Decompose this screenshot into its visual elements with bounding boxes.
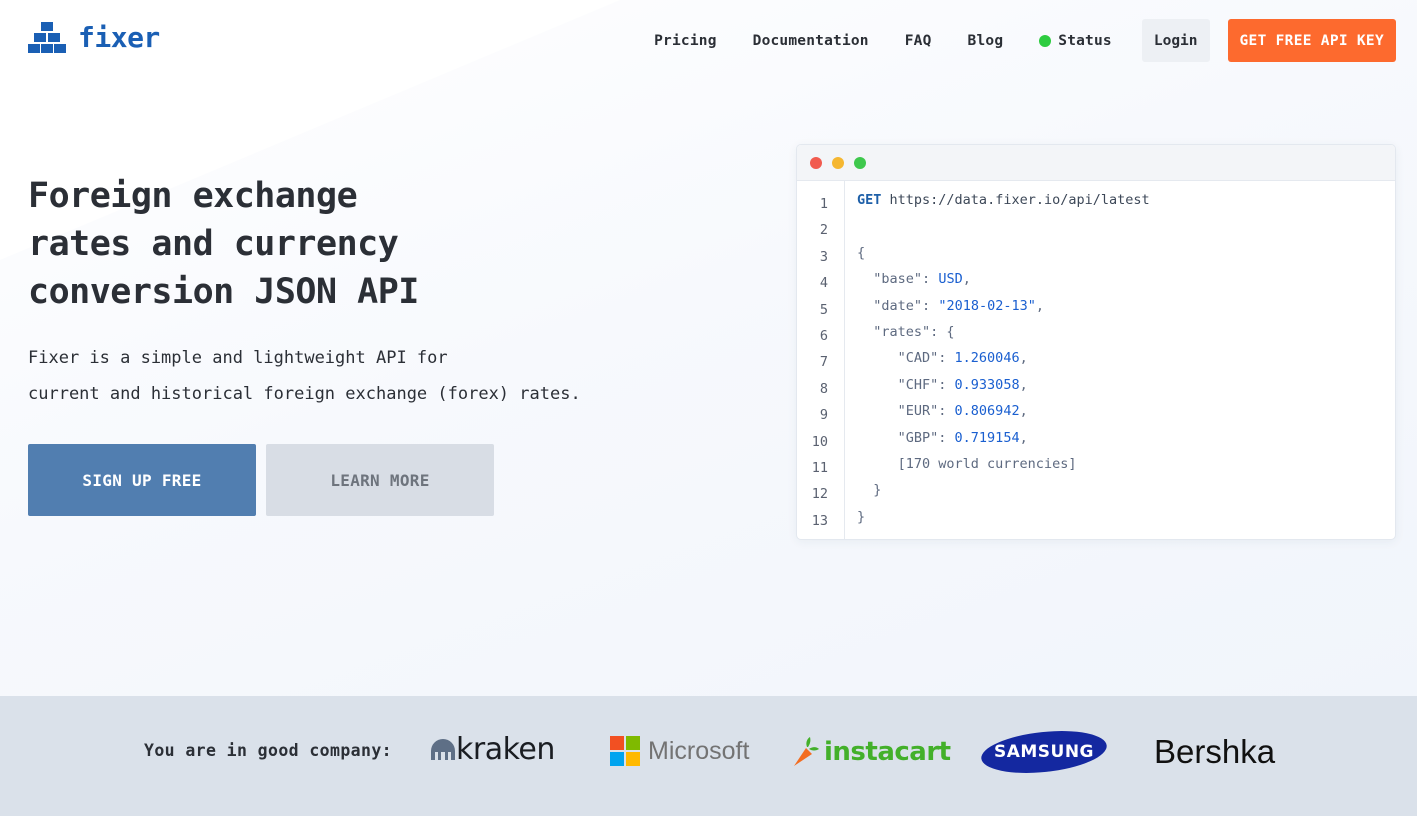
currency-rate: 0.933058 [954,376,1020,393]
hero-actions: SIGN UP FREE LEARN MORE [28,444,494,516]
code-sample-window: 1 2 3 4 5 6 7 8 9 10 11 12 13 GET https:… [796,144,1396,540]
currency-rate: 0.719154 [954,429,1020,446]
bershka-wordmark: Bershka [1154,733,1276,770]
samsung-logo: SAMSUNG [980,730,1108,774]
code-line-date: "date": "2018-02-13", [873,297,1044,314]
nav-link-faq[interactable]: FAQ [905,33,932,49]
currency-code: "EUR" [897,403,939,420]
page-title-line: conversion JSON API [28,272,419,312]
fixer-logo-icon [28,22,66,53]
window-close-dot-icon [810,156,822,169]
code-line-close-brace: } [857,508,866,525]
code-key: "rates" [873,323,931,340]
code-key: "base" [873,271,923,288]
hero-subtitle-line: Fixer is a simple and lightweight API fo… [28,348,448,368]
microsoft-logo: Microsoft [610,736,749,766]
code-value: USD [938,271,963,288]
page-title: Foreign exchange rates and currency conv… [28,172,588,316]
main-nav: Pricing Documentation FAQ Blog Status Lo… [654,19,1396,62]
line-number: 12 [811,486,828,503]
learn-more-button[interactable]: LEARN MORE [266,444,494,516]
line-number: 3 [819,248,828,265]
code-line-rate: "EUR": 0.806942, [897,403,1028,420]
kraken-wordmark: kraken [456,732,555,767]
nav-link-blog[interactable]: Blog [968,33,1004,49]
line-number: 11 [811,459,828,476]
partners-label: You are in good company: [144,741,393,760]
fixer-logo[interactable]: fixer [28,20,160,54]
code-key: "date" [873,297,923,314]
login-button[interactable]: Login [1141,19,1210,62]
nav-link-status[interactable]: Status [1039,33,1112,49]
instacart-logo: instacart [790,736,951,768]
code-line-more: [170 world currencies] [857,451,1150,477]
partners-band: You are in good company: kraken Microsof… [0,696,1417,816]
code-value: "2018-02-13" [938,297,1036,314]
code-line-base: "base": USD, [873,271,971,288]
code-line-rates: "rates": { [873,323,955,340]
code-body: 1 2 3 4 5 6 7 8 9 10 11 12 13 GET https:… [797,181,1395,539]
status-indicator-icon [1039,34,1052,47]
line-number-gutter: 1 2 3 4 5 6 7 8 9 10 11 12 13 [797,181,845,539]
request-url: https://data.fixer.io/api/latest [889,192,1150,208]
line-number: 9 [819,407,828,424]
code-line-rate: "CAD": 1.260046, [897,350,1028,367]
window-titlebar [797,145,1395,181]
line-number: 10 [811,433,828,450]
bershka-logo: Bershka [1154,733,1275,771]
window-minimize-dot-icon [832,156,844,169]
currency-rate: 0.806942 [954,403,1020,420]
code-line-open-brace: { [857,244,866,261]
kraken-mark-icon [431,738,455,760]
line-number: 7 [819,354,828,371]
currency-code: "GBP" [897,429,939,446]
brand-name: fixer [78,20,160,54]
hero-subtitle: Fixer is a simple and lightweight API fo… [28,340,668,412]
samsung-wordmark: SAMSUNG [993,742,1095,762]
currency-code: "CAD" [897,350,939,367]
nav-link-pricing[interactable]: Pricing [654,33,717,49]
currency-rate: 1.260046 [954,350,1020,367]
window-maximize-dot-icon [854,156,866,169]
line-number: 6 [819,327,828,344]
code-line-close-rates: } [857,482,882,499]
sign-up-free-button[interactable]: SIGN UP FREE [28,444,256,516]
more-currencies-note: [170 world currencies] [897,455,1077,472]
site-header: fixer Pricing Documentation FAQ Blog Sta… [0,0,1417,80]
line-number: 1 [819,196,828,212]
request-method: GET [857,192,882,208]
carrot-icon [794,737,819,766]
code-line-rate: "CHF": 0.933058, [897,376,1028,393]
line-number: 4 [819,275,828,292]
page-title-line: Foreign exchange [28,176,358,216]
code-line-rate: "GBP": 0.719154, [897,429,1028,446]
get-free-api-key-button[interactable]: GET FREE API KEY [1227,19,1396,62]
line-number: 5 [819,301,828,318]
microsoft-wordmark: Microsoft [648,736,750,765]
line-number: 13 [811,512,828,529]
microsoft-windows-icon [610,736,640,766]
instacart-wordmark: instacart [824,737,951,767]
line-number: 2 [819,222,828,239]
hero-subtitle-line: current and historical foreign exchange … [28,384,581,404]
code-lines: GET https://data.fixer.io/api/latest { "… [845,181,1150,539]
status-label: Status [1058,32,1112,49]
currency-code: "CHF" [897,376,939,393]
page-title-line: rates and currency [28,224,399,264]
nav-link-documentation[interactable]: Documentation [753,33,869,49]
line-number: 8 [819,380,828,397]
code-line-request: GET https://data.fixer.io/api/latest [857,187,1150,213]
kraken-logo: kraken [430,732,555,767]
